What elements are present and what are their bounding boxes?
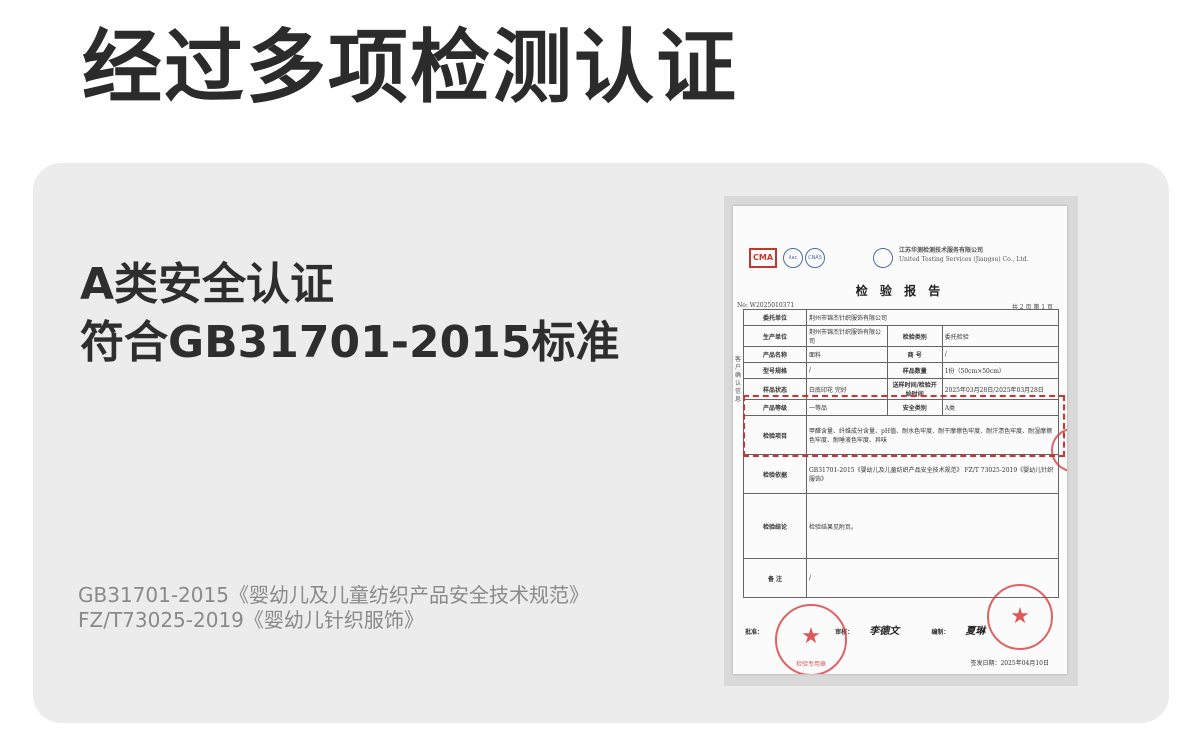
stamp-star-icon: ★ xyxy=(801,624,821,649)
side-note: 客户确认信息 xyxy=(735,356,742,403)
issue-date: 签发日期：2025年04月10日 xyxy=(970,660,1049,667)
reviewer-signature: 李德文 xyxy=(869,626,900,637)
table-row: 产品名称 面料 商 号 / xyxy=(743,346,1060,363)
conclusion-value: 检验结果见附页。 xyxy=(806,493,1059,559)
stamp-text: 检验专用章 xyxy=(795,661,826,668)
lab-name-cn: 江苏华测检测技术服务有限公司 xyxy=(899,247,984,254)
table-row: 检验结论 检验结果见附页。 xyxy=(743,493,1059,559)
client-value: 荆州市锦杰针织服饰有限公司 xyxy=(806,309,1059,326)
standard-gb31701: GB31701-2015《婴幼儿及儿童纺织产品安全技术规范》 xyxy=(78,583,589,607)
trademark-label: 商 号 xyxy=(886,346,943,363)
certification-line-2: 符合GB31701-2015标准 xyxy=(80,317,620,368)
highlight-box xyxy=(743,395,1065,457)
basis-label: 检验依据 xyxy=(743,454,807,494)
certification-title: A类安全认证 符合GB31701-2015标准 xyxy=(80,256,619,372)
producer-label: 生产单位 xyxy=(743,325,807,347)
standard-fzt73025: FZ/T73025-2019《婴幼儿针织服饰》 xyxy=(78,608,424,632)
model-label: 型号规格 xyxy=(743,362,807,379)
table-row: 检验依据 GB31701-2015《婴幼儿及儿童纺织产品安全技术规范》 FZ/T… xyxy=(743,454,1059,494)
table-row: 生产单位 荆州市锦杰针织服饰有限公司 检验类别 委托检验 xyxy=(743,325,1060,347)
approve-label: 批准： xyxy=(745,629,764,636)
cnas-logo-icon: CNAS xyxy=(805,248,825,268)
test-report: CMA ilac CNAS 江苏华测检测技术服务有限公司 United Test… xyxy=(733,206,1067,674)
certification-line-1: A类安全认证 xyxy=(80,259,335,310)
editor-signature: 夏琳 xyxy=(965,626,986,637)
edit-label: 编制： xyxy=(931,629,950,636)
table-row: 型号规格 / 样品数量 1份（50cm×50cm） xyxy=(743,362,1060,379)
test-report-photo: CMA ilac CNAS 江苏华测检测技术服务有限公司 United Test… xyxy=(724,196,1078,686)
sample-qty-label: 样品数量 xyxy=(886,362,943,379)
lab-name-en: United Testing Services (Jiangsu) Co., L… xyxy=(899,256,1029,263)
product-value: 面料 xyxy=(806,346,888,363)
report-number: No: W2025010371 xyxy=(737,302,795,309)
standards-list: GB31701-2015《婴幼儿及儿童纺织产品安全技术规范》 FZ/T73025… xyxy=(78,583,589,633)
stamp-star-icon: ★ xyxy=(1010,604,1030,629)
report-title: 检 验 报 告 xyxy=(855,284,945,298)
test-type-label: 检验类别 xyxy=(886,325,943,347)
remarks-label: 备 注 xyxy=(743,558,807,598)
lab-name: 江苏华测检测技术服务有限公司 United Testing Services (… xyxy=(899,246,1029,264)
page-heading: 经过多项检测认证 xyxy=(82,21,738,114)
report-logos: CMA ilac CNAS 江苏华测检测技术服务有限公司 United Test… xyxy=(749,246,1049,268)
test-type-value: 委托检验 xyxy=(941,325,1060,347)
sample-qty-value: 1份（50cm×50cm） xyxy=(941,362,1060,379)
table-row: 委托单位 荆州市锦杰针织服饰有限公司 xyxy=(743,309,1059,326)
trademark-value: / xyxy=(941,346,1060,363)
client-label: 委托单位 xyxy=(743,309,807,326)
official-stamp-icon: ★ 检验专用章 xyxy=(775,604,847,674)
lab-logo-icon xyxy=(873,248,893,268)
inspection-stamp-icon: ★ xyxy=(987,584,1053,650)
product-label: 产品名称 xyxy=(743,346,807,363)
basis-value: GB31701-2015《婴幼儿及儿童纺织产品安全技术规范》 FZ/T 7302… xyxy=(806,454,1059,494)
model-value: / xyxy=(806,362,888,379)
cma-logo-icon: CMA xyxy=(749,248,777,268)
ilac-logo-icon: ilac xyxy=(783,248,803,268)
conclusion-label: 检验结论 xyxy=(743,493,807,559)
producer-value: 荆州市锦杰针织服饰有限公司 xyxy=(806,325,888,347)
